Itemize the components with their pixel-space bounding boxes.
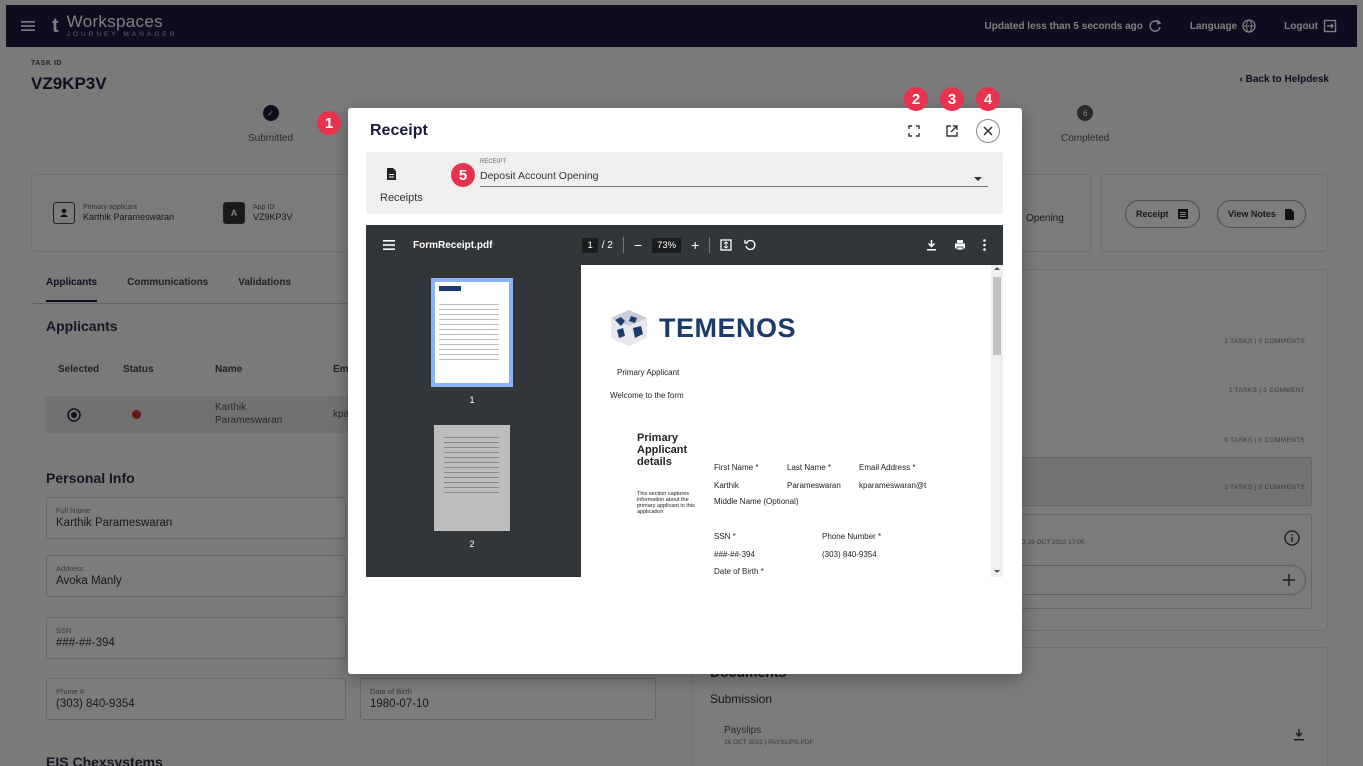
zoom-input[interactable]: 73% bbox=[652, 237, 682, 253]
page-thumbnail-1[interactable] bbox=[431, 278, 513, 387]
dropdown-arrow-icon[interactable] bbox=[974, 177, 982, 181]
thumbnail-sidebar: 1 2 bbox=[366, 265, 581, 577]
thumbnail-number: 1 bbox=[469, 395, 475, 405]
temenos-logo: TEMENOS bbox=[607, 308, 796, 348]
zoom-out-button[interactable]: − bbox=[634, 237, 642, 253]
doc-email-label: Email Address * bbox=[859, 463, 916, 472]
thumb-content bbox=[444, 433, 499, 493]
brand-name: TEMENOS bbox=[659, 312, 797, 343]
download-icon[interactable] bbox=[926, 239, 937, 251]
doc-first-name: Karthik bbox=[714, 481, 739, 490]
thumb-content bbox=[439, 300, 499, 360]
annotation-badge-5: 5 bbox=[451, 163, 475, 187]
doc-ssn-label: SSN * bbox=[714, 532, 736, 541]
fullscreen-button[interactable] bbox=[904, 121, 924, 141]
page-thumbnail-2[interactable] bbox=[434, 425, 510, 531]
rotate-icon[interactable] bbox=[744, 239, 756, 251]
doc-ssn: ###-##-394 bbox=[714, 550, 755, 559]
fullscreen-icon bbox=[908, 125, 920, 137]
page-total: / 2 bbox=[601, 239, 613, 251]
pdf-page: TEMENOS Primary Applicant Welcome to the… bbox=[581, 265, 991, 577]
thumb-logo bbox=[439, 286, 461, 291]
more-options-icon[interactable] bbox=[983, 239, 986, 251]
annotation-badge-2: 2 bbox=[904, 87, 928, 111]
annotation-badge-3: 3 bbox=[940, 87, 964, 111]
fit-page-icon[interactable] bbox=[720, 239, 732, 251]
pdf-toolbar: FormReceipt.pdf 1 / 2 − 73% + bbox=[366, 225, 1003, 265]
globe-cube-icon bbox=[611, 310, 647, 346]
select-underline bbox=[480, 186, 988, 187]
dialog-title: Receipt bbox=[370, 122, 428, 139]
close-button[interactable] bbox=[976, 119, 1000, 143]
receipt-dialog: Receipt Receipts RECEIPT Deposit Account… bbox=[348, 108, 1022, 674]
close-icon bbox=[983, 126, 993, 136]
select-label: RECEIPT bbox=[480, 159, 507, 165]
doc-section-title: Primary Applicant details bbox=[637, 432, 688, 469]
annotation-badge-1: 1 bbox=[317, 111, 341, 135]
pdf-menu-icon[interactable] bbox=[383, 240, 395, 250]
thumbnail-number: 2 bbox=[469, 539, 475, 549]
doc-first-name-label: First Name * bbox=[714, 463, 759, 472]
scroll-up-arrow[interactable] bbox=[994, 267, 1000, 270]
toolbar-divider bbox=[622, 237, 624, 253]
pdf-scrollbar[interactable] bbox=[991, 265, 1003, 577]
page-number-input[interactable]: 1 bbox=[582, 237, 598, 253]
zoom-in-button[interactable]: + bbox=[691, 237, 699, 253]
doc-welcome: Welcome to the form bbox=[610, 391, 684, 400]
doc-dob-label: Date of Birth * bbox=[714, 567, 764, 576]
doc-middle-name-label: Middle Name (Optional) bbox=[714, 497, 799, 506]
open-new-window-button[interactable] bbox=[942, 121, 962, 141]
pdf-file-name: FormReceipt.pdf bbox=[413, 239, 493, 251]
doc-phone-label: Phone Number * bbox=[822, 532, 882, 541]
document-icon bbox=[387, 168, 396, 180]
doc-section-desc: This section captures information about … bbox=[637, 491, 695, 516]
doc-last-name-label: Last Name * bbox=[787, 463, 832, 472]
open-in-new-icon bbox=[946, 125, 958, 137]
pdf-viewer: FormReceipt.pdf 1 / 2 − 73% + 1 2 TEMENO… bbox=[366, 225, 1003, 577]
annotation-badge-4: 4 bbox=[976, 87, 1000, 111]
toolbar-divider bbox=[709, 237, 711, 253]
doc-last-name: Parameswaran bbox=[787, 481, 841, 490]
print-icon[interactable] bbox=[954, 239, 966, 251]
doc-primary-applicant: Primary Applicant bbox=[617, 368, 680, 377]
receipts-label: Receipts bbox=[380, 192, 423, 204]
doc-phone: (303) 840-9354 bbox=[822, 550, 877, 559]
scrollbar-thumb[interactable] bbox=[993, 277, 1001, 355]
doc-email: kparameswaran@t bbox=[859, 481, 927, 490]
select-value: Deposit Account Opening bbox=[480, 170, 599, 182]
scroll-down-arrow[interactable] bbox=[994, 570, 1000, 573]
